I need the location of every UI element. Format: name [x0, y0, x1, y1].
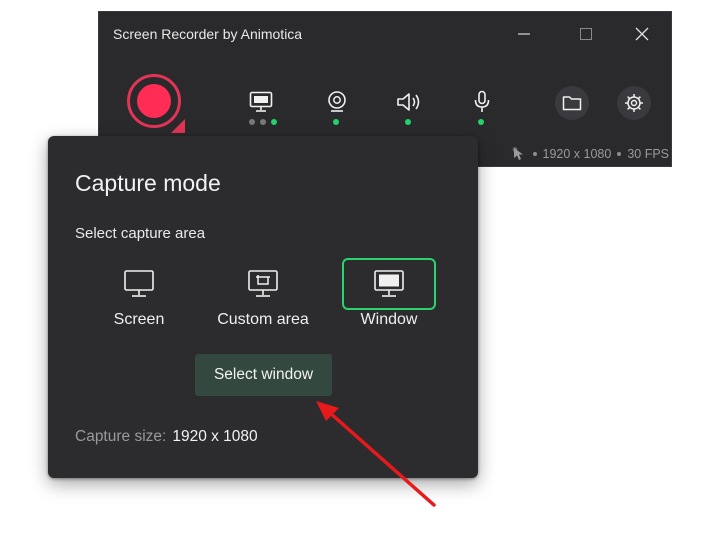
annotation-arrow [316, 401, 436, 507]
